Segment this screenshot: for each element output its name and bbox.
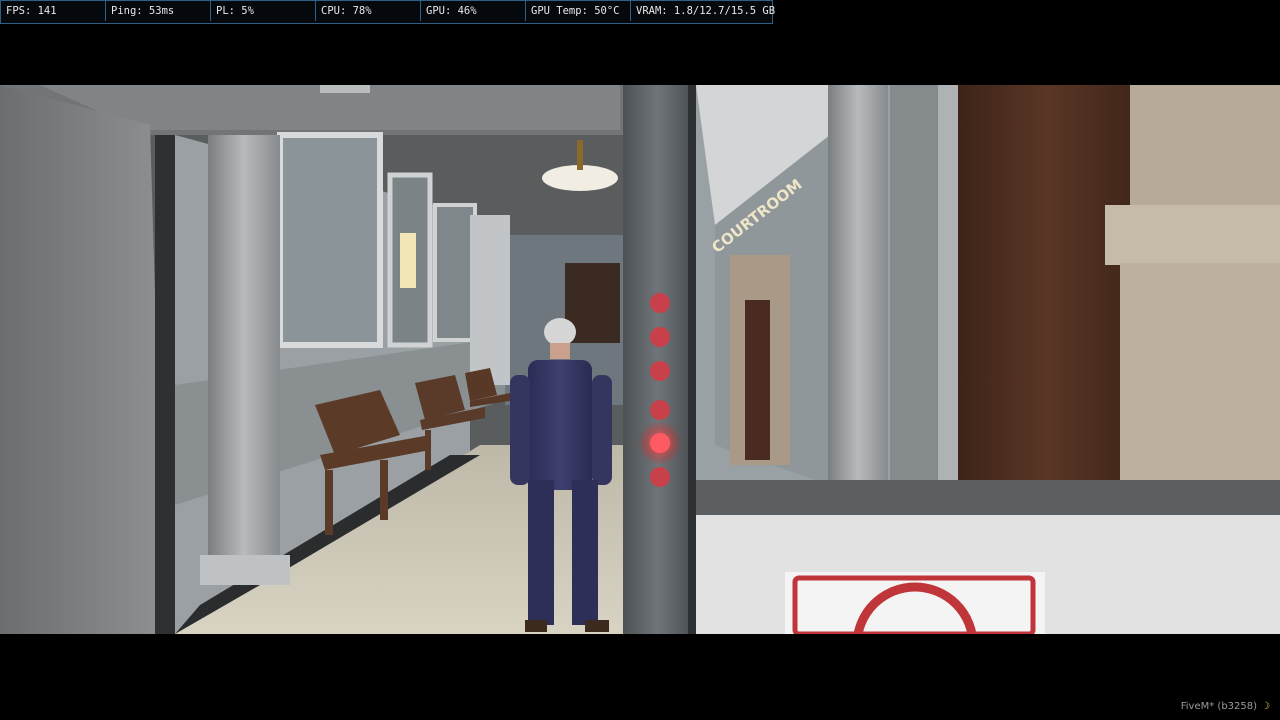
gpu-readout: GPU: 46% <box>421 1 526 21</box>
performance-overlay: FPS: 141 Ping: 53ms PL: 5% CPU: 78% GPU:… <box>0 0 776 24</box>
packet-loss-readout: PL: 5% <box>211 1 316 21</box>
courtroom-door <box>745 300 770 460</box>
ping-readout: Ping: 53ms <box>106 1 211 21</box>
left-wall <box>0 85 165 634</box>
game-viewport[interactable]: COURTROOM <box>0 85 1280 634</box>
wood-panel <box>958 85 1138 485</box>
courthouse-hallway-scene: COURTROOM <box>0 85 1280 634</box>
fivem-watermark: FiveM* (b3258) ☽ <box>1181 701 1270 712</box>
column-left <box>208 135 280 575</box>
build-label: FiveM* (b3258) <box>1180 701 1258 712</box>
moon-icon: ☽ <box>1261 701 1270 712</box>
barrier-rail <box>696 480 1280 520</box>
cpu-readout: CPU: 78% <box>316 1 421 21</box>
vram-readout: VRAM: 1.8/12.7/15.5 GB <box>636 5 776 17</box>
column-right <box>828 85 888 485</box>
prohibition-sign <box>785 572 1045 634</box>
wall-sconce <box>400 233 416 288</box>
fps-readout: FPS: 141 <box>1 1 106 21</box>
gpu-temp-readout: GPU Temp: 50°C <box>526 1 631 21</box>
metal-detector-post <box>623 85 693 634</box>
